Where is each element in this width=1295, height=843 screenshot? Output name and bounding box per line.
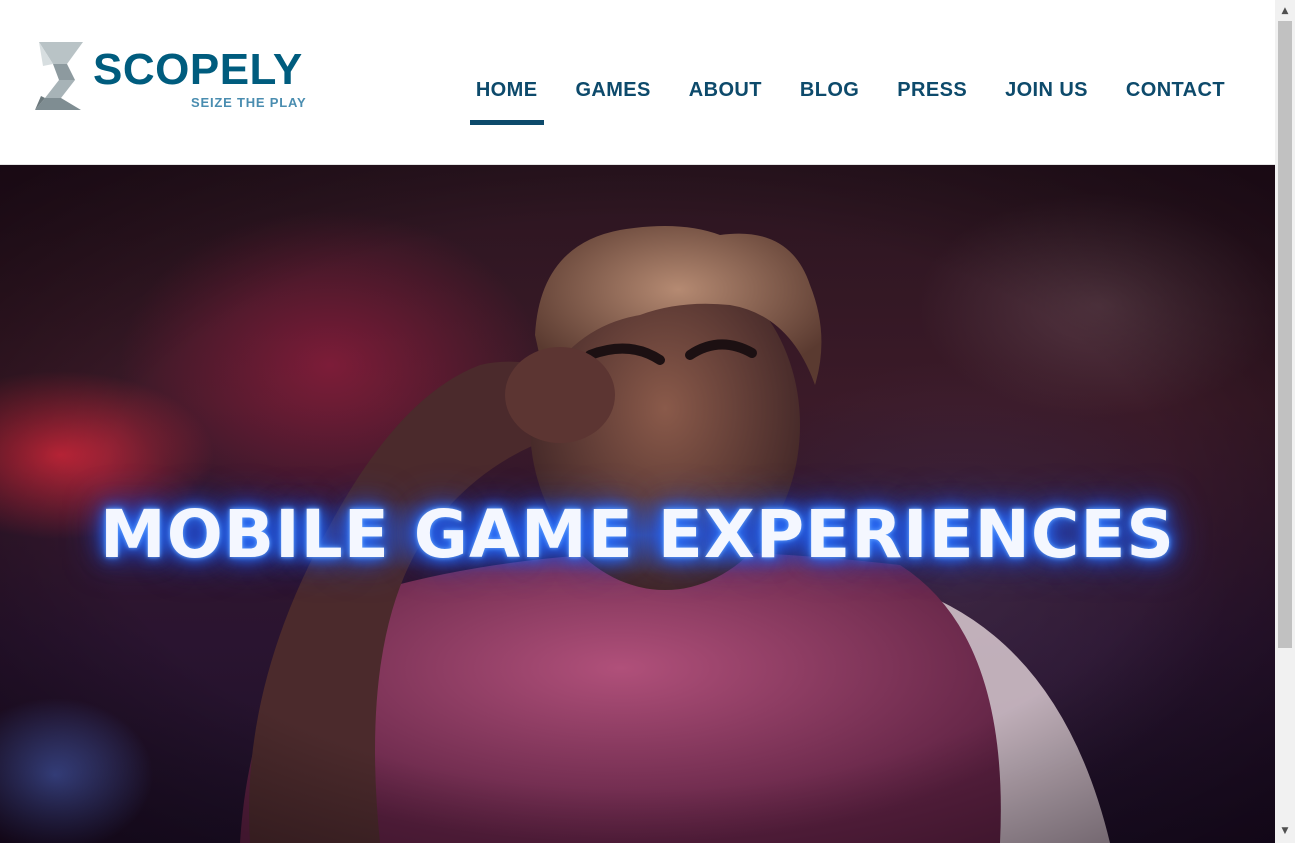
nav-item-contact[interactable]: CONTACT [1126, 76, 1225, 104]
nav-item-home[interactable]: HOME [469, 76, 545, 125]
nav-item-games[interactable]: GAMES [575, 76, 650, 104]
brand-tagline: SEIZE THE PLAY [191, 95, 307, 110]
scopely-logo-link[interactable]: SCOPELY SEIZE THE PLAY [33, 40, 323, 114]
hero-headline: MOBILE GAME EXPERIENCES [100, 496, 1175, 573]
hero-video[interactable]: MOBILE GAME EXPERIENCES [0, 165, 1275, 843]
nav-item-about[interactable]: ABOUT [689, 76, 762, 104]
scrollbar-thumb[interactable] [1278, 21, 1292, 648]
triangle-down-icon[interactable]: ▼ [1275, 822, 1295, 840]
triangle-up-icon[interactable]: ▲ [1275, 2, 1295, 20]
nav-item-join-us[interactable]: JOIN US [1005, 76, 1088, 104]
brand-wordmark: SCOPELY [93, 45, 303, 94]
vertical-scrollbar[interactable]: ▲ ▼ [1275, 0, 1295, 843]
site-header: SCOPELY SEIZE THE PLAY HOME GAMES ABOUT … [0, 0, 1275, 165]
main-navigation: HOME GAMES ABOUT BLOG PRESS JOIN US CONT… [438, 76, 1225, 125]
scopely-s-mark-icon [35, 42, 83, 110]
nav-item-press[interactable]: PRESS [897, 76, 967, 104]
nav-item-blog[interactable]: BLOG [800, 76, 859, 104]
page: SCOPELY SEIZE THE PLAY HOME GAMES ABOUT … [0, 0, 1295, 843]
